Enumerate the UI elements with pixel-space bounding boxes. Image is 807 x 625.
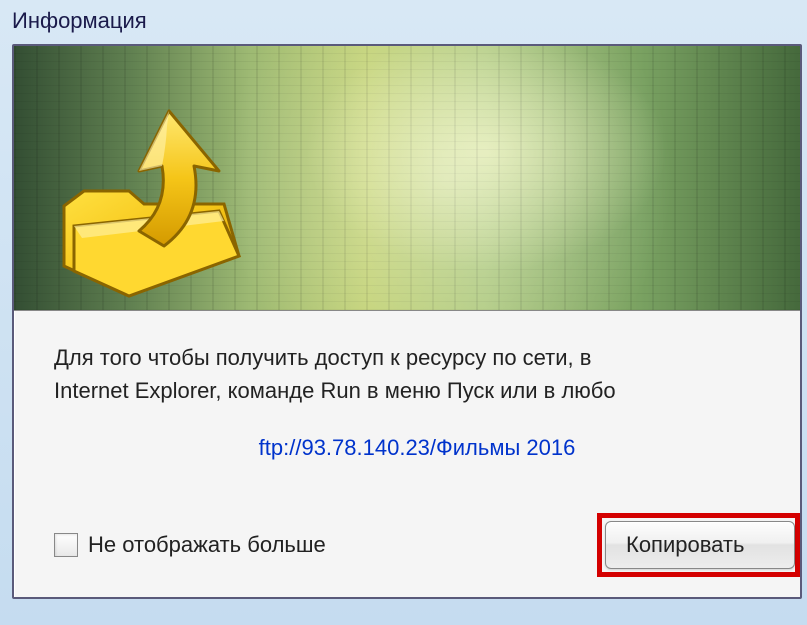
banner-image: [14, 46, 800, 311]
folder-upload-icon: [44, 96, 264, 311]
dont-show-checkbox[interactable]: [54, 533, 78, 557]
message-text: Для того чтобы получить доступ к ресурсу…: [54, 341, 780, 407]
dialog-frame: Для того чтобы получить доступ к ресурсу…: [12, 44, 802, 599]
window-title: Информация: [12, 8, 807, 34]
copy-button[interactable]: Копировать: [605, 521, 795, 569]
copy-button-highlight: Копировать: [597, 513, 800, 577]
bottom-row: Не отображать больше Копировать: [54, 513, 800, 577]
message-line-1: Для того чтобы получить доступ к ресурсу…: [54, 345, 591, 370]
dont-show-label: Не отображать больше: [88, 532, 326, 558]
dont-show-checkbox-wrap[interactable]: Не отображать больше: [54, 532, 326, 558]
message-line-2: Internet Explorer, команде Run в меню Пу…: [54, 378, 616, 403]
resource-link[interactable]: ftp://93.78.140.23/Фильмы 2016: [54, 435, 780, 461]
message-area: Для того чтобы получить доступ к ресурсу…: [14, 311, 800, 471]
